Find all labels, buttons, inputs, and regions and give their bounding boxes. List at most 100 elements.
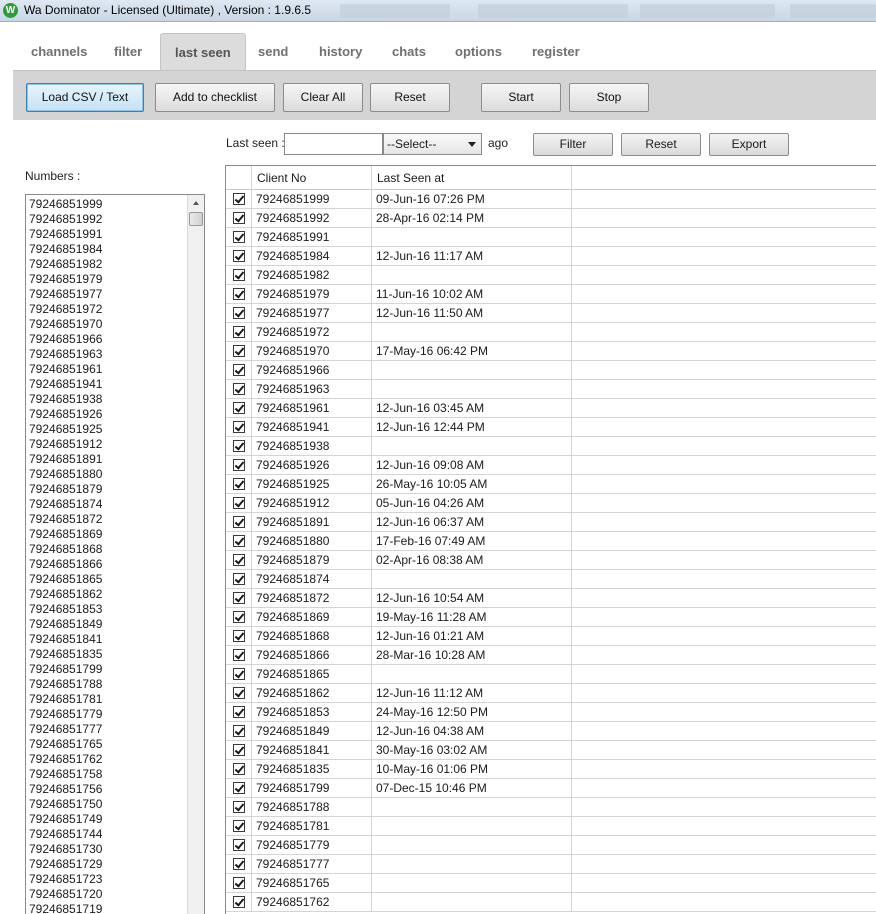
table-row[interactable]: 79246851788 bbox=[226, 798, 876, 817]
table-row[interactable]: 79246851941 12-Jun-16 12:44 PM bbox=[226, 418, 876, 437]
table-row[interactable]: 79246851868 12-Jun-16 01:21 AM bbox=[226, 627, 876, 646]
table-row[interactable]: 79246851912 05-Jun-16 04:26 AM bbox=[226, 494, 876, 513]
row-checkbox[interactable] bbox=[233, 478, 245, 490]
start-button[interactable]: Start bbox=[481, 83, 561, 112]
row-checkbox[interactable] bbox=[233, 573, 245, 585]
row-checkbox[interactable] bbox=[233, 725, 245, 737]
table-row[interactable]: 79246851865 bbox=[226, 665, 876, 684]
row-checkbox[interactable] bbox=[233, 364, 245, 376]
last-seen-period-select[interactable]: --Select-- bbox=[383, 133, 482, 155]
column-header-last-seen[interactable]: Last Seen at bbox=[372, 166, 572, 190]
table-row[interactable]: 79246851979 11-Jun-16 10:02 AM bbox=[226, 285, 876, 304]
table-row[interactable]: 79246851862 12-Jun-16 11:12 AM bbox=[226, 684, 876, 703]
table-row[interactable]: 79246851841 30-May-16 03:02 AM bbox=[226, 741, 876, 760]
row-checkbox[interactable] bbox=[233, 896, 245, 908]
row-checkbox[interactable] bbox=[233, 250, 245, 262]
row-checkbox[interactable] bbox=[233, 535, 245, 547]
row-checkbox[interactable] bbox=[233, 402, 245, 414]
table-row[interactable]: 79246851992 28-Apr-16 02:14 PM bbox=[226, 209, 876, 228]
table-row[interactable]: 79246851891 12-Jun-16 06:37 AM bbox=[226, 513, 876, 532]
tab-last-seen[interactable]: last seen bbox=[160, 33, 246, 70]
table-row[interactable]: 79246851972 bbox=[226, 323, 876, 342]
table-row[interactable]: 79246851872 12-Jun-16 10:54 AM bbox=[226, 589, 876, 608]
row-checkbox[interactable] bbox=[233, 440, 245, 452]
table-row[interactable]: 79246851999 09-Jun-16 07:26 PM bbox=[226, 190, 876, 209]
row-checkbox[interactable] bbox=[233, 649, 245, 661]
row-checkbox[interactable] bbox=[233, 687, 245, 699]
table-row[interactable]: 79246851781 bbox=[226, 817, 876, 836]
row-checkbox[interactable] bbox=[233, 307, 245, 319]
row-checkbox[interactable] bbox=[233, 554, 245, 566]
tab-send[interactable]: send bbox=[258, 44, 288, 59]
filter-reset-button[interactable]: Reset bbox=[621, 133, 701, 156]
table-row[interactable]: 79246851880 17-Feb-16 07:49 AM bbox=[226, 532, 876, 551]
table-row[interactable]: 79246851926 12-Jun-16 09:08 AM bbox=[226, 456, 876, 475]
row-checkbox[interactable] bbox=[233, 288, 245, 300]
row-checkbox[interactable] bbox=[233, 801, 245, 813]
table-row[interactable]: 79246851849 12-Jun-16 04:38 AM bbox=[226, 722, 876, 741]
tab-register[interactable]: register bbox=[532, 44, 580, 59]
row-checkbox[interactable] bbox=[233, 383, 245, 395]
table-row[interactable]: 79246851984 12-Jun-16 11:17 AM bbox=[226, 247, 876, 266]
table-row[interactable]: 79246851991 bbox=[226, 228, 876, 247]
row-checkbox[interactable] bbox=[233, 744, 245, 756]
row-checkbox[interactable] bbox=[233, 668, 245, 680]
tab-filter[interactable]: filter bbox=[114, 44, 142, 59]
table-row[interactable]: 79246851779 bbox=[226, 836, 876, 855]
column-header-client-no[interactable]: Client No bbox=[252, 166, 372, 190]
table-row[interactable]: 79246851835 10-May-16 01:06 PM bbox=[226, 760, 876, 779]
load-csv-button[interactable]: Load CSV / Text bbox=[26, 83, 144, 112]
row-checkbox[interactable] bbox=[233, 459, 245, 471]
row-checkbox[interactable] bbox=[233, 193, 245, 205]
table-row[interactable]: 79246851961 12-Jun-16 03:45 AM bbox=[226, 399, 876, 418]
tab-history[interactable]: history bbox=[319, 44, 362, 59]
scroll-up-arrow-icon[interactable] bbox=[193, 201, 199, 205]
table-row[interactable]: 79246851799 07-Dec-15 10:46 PM bbox=[226, 779, 876, 798]
row-checkbox[interactable] bbox=[233, 345, 245, 357]
filter-button[interactable]: Filter bbox=[533, 133, 613, 156]
row-checkbox[interactable] bbox=[233, 839, 245, 851]
row-checkbox[interactable] bbox=[233, 858, 245, 870]
table-row[interactable]: 79246851966 bbox=[226, 361, 876, 380]
table-row[interactable]: 79246851866 28-Mar-16 10:28 AM bbox=[226, 646, 876, 665]
row-checkbox[interactable] bbox=[233, 611, 245, 623]
toolbar-reset-button[interactable]: Reset bbox=[370, 83, 450, 112]
table-row[interactable]: 79246851874 bbox=[226, 570, 876, 589]
row-checkbox[interactable] bbox=[233, 782, 245, 794]
table-row[interactable]: 79246851869 19-May-16 11:28 AM bbox=[226, 608, 876, 627]
table-row[interactable]: 79246851982 bbox=[226, 266, 876, 285]
table-row[interactable]: 79246851762 bbox=[226, 893, 876, 912]
tab-chats[interactable]: chats bbox=[392, 44, 426, 59]
scrollbar-thumb[interactable] bbox=[189, 212, 203, 226]
table-row[interactable]: 79246851963 bbox=[226, 380, 876, 399]
table-row[interactable]: 79246851925 26-May-16 10:05 AM bbox=[226, 475, 876, 494]
last-seen-grid[interactable]: Client No Last Seen at 79246851999 09-Jun… bbox=[225, 165, 876, 914]
table-row[interactable]: 79246851970 17-May-16 06:42 PM bbox=[226, 342, 876, 361]
row-checkbox[interactable] bbox=[233, 269, 245, 281]
last-seen-input[interactable] bbox=[284, 133, 383, 155]
table-row[interactable]: 79246851853 24-May-16 12:50 PM bbox=[226, 703, 876, 722]
add-to-checklist-button[interactable]: Add to checklist bbox=[155, 83, 275, 112]
export-button[interactable]: Export bbox=[709, 133, 789, 156]
row-checkbox[interactable] bbox=[233, 326, 245, 338]
row-checkbox[interactable] bbox=[233, 630, 245, 642]
table-row[interactable]: 79246851777 bbox=[226, 855, 876, 874]
table-row[interactable]: 79246851938 bbox=[226, 437, 876, 456]
row-checkbox[interactable] bbox=[233, 421, 245, 433]
tab-channels[interactable]: channels bbox=[31, 44, 87, 59]
tab-options[interactable]: options bbox=[455, 44, 502, 59]
numbers-scrollbar[interactable] bbox=[187, 195, 204, 914]
row-checkbox[interactable] bbox=[233, 706, 245, 718]
row-checkbox[interactable] bbox=[233, 497, 245, 509]
row-checkbox[interactable] bbox=[233, 763, 245, 775]
table-row[interactable]: 79246851977 12-Jun-16 11:50 AM bbox=[226, 304, 876, 323]
numbers-textarea[interactable]: 79246851999 79246851992 79246851991 7924685… bbox=[25, 194, 205, 914]
row-checkbox[interactable] bbox=[233, 877, 245, 889]
row-checkbox[interactable] bbox=[233, 231, 245, 243]
row-checkbox[interactable] bbox=[233, 820, 245, 832]
table-row[interactable]: 79246851879 02-Apr-16 08:38 AM bbox=[226, 551, 876, 570]
clear-all-button[interactable]: Clear All bbox=[283, 83, 363, 112]
row-checkbox[interactable] bbox=[233, 516, 245, 528]
row-checkbox[interactable] bbox=[233, 212, 245, 224]
row-checkbox[interactable] bbox=[233, 592, 245, 604]
